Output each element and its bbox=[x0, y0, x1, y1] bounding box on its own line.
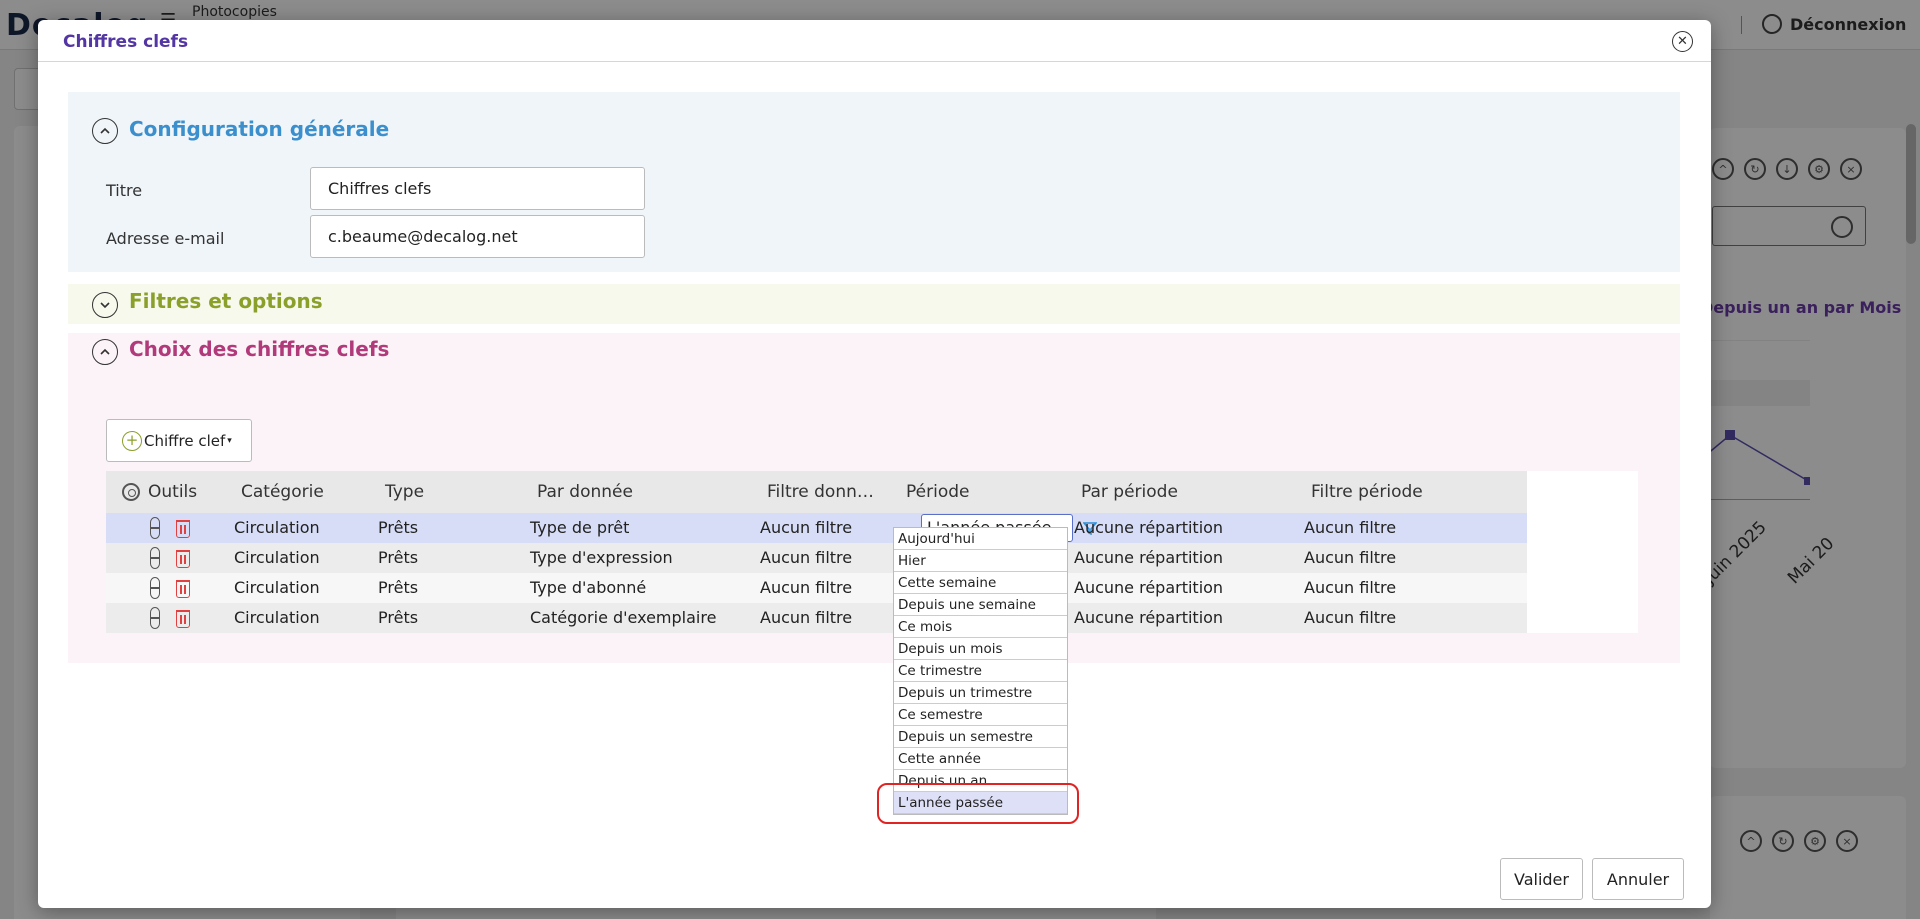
cell-by-data: Type d'abonné bbox=[530, 578, 647, 597]
close-button[interactable]: ✕ bbox=[1672, 31, 1693, 52]
title-label: Titre bbox=[106, 181, 143, 200]
table-row[interactable]: Circulation Prêts Type de prêt Aucun fil… bbox=[106, 513, 1527, 543]
cell-category: Circulation bbox=[234, 578, 320, 597]
trash-icon[interactable] bbox=[176, 610, 190, 628]
period-option[interactable]: Depuis un trimestre bbox=[894, 682, 1067, 704]
period-option[interactable]: Depuis une semaine bbox=[894, 594, 1067, 616]
cell-by-data: Type d'expression bbox=[530, 548, 673, 567]
row-tools bbox=[148, 517, 190, 539]
gear-icon bbox=[122, 483, 140, 501]
expand-filters-button[interactable] bbox=[92, 292, 118, 318]
reorder-icon[interactable] bbox=[148, 547, 162, 569]
email-input[interactable] bbox=[310, 215, 645, 258]
period-option[interactable]: Ce trimestre bbox=[894, 660, 1067, 682]
cell-period-filter: Aucun filtre bbox=[1304, 608, 1397, 627]
chevron-up-icon bbox=[100, 127, 110, 134]
row-tools bbox=[148, 577, 190, 599]
table-row[interactable]: Circulation Prêts Type d'abonné Aucun fi… bbox=[106, 573, 1527, 603]
cell-type: Prêts bbox=[378, 608, 419, 627]
cell-by-period: Aucune répartition bbox=[1074, 548, 1224, 567]
add-key-figure-label: Chiffre clef bbox=[144, 431, 226, 450]
cell-by-data: Catégorie d'exemplaire bbox=[530, 608, 717, 627]
column-header-period[interactable]: Période bbox=[906, 482, 969, 502]
chevron-down-icon bbox=[100, 302, 110, 309]
period-option[interactable]: Hier bbox=[894, 550, 1067, 572]
dialog-title: Chiffres clefs bbox=[63, 32, 189, 52]
cell-data-filter: Aucun filtre bbox=[760, 548, 853, 567]
column-header-category[interactable]: Catégorie bbox=[241, 482, 324, 502]
period-dropdown-list: Aujourd'hui Hier Cette semaine Depuis un… bbox=[893, 527, 1068, 815]
chevron-up-icon bbox=[100, 348, 110, 355]
column-header-data-filter[interactable]: Filtre donn… bbox=[767, 482, 874, 502]
period-option[interactable]: Aujourd'hui bbox=[894, 528, 1067, 550]
section-title-filters[interactable]: Filtres et options bbox=[129, 289, 323, 313]
period-option[interactable]: Ce mois bbox=[894, 616, 1067, 638]
title-input[interactable] bbox=[310, 167, 645, 210]
cell-period-filter: Aucun filtre bbox=[1304, 578, 1397, 597]
column-header-tools[interactable]: Outils bbox=[122, 482, 197, 502]
cell-by-period: Aucune répartition bbox=[1074, 518, 1224, 537]
plus-icon: + bbox=[122, 430, 142, 451]
cell-data-filter: Aucun filtre bbox=[760, 518, 853, 537]
section-filters-options: Filtres et options bbox=[68, 284, 1680, 324]
cell-category: Circulation bbox=[234, 608, 320, 627]
cell-type: Prêts bbox=[378, 518, 419, 537]
section-general-config: Configuration générale Titre Adresse e-m… bbox=[68, 92, 1680, 272]
cancel-button[interactable]: Annuler bbox=[1592, 858, 1684, 900]
caret-down-icon: ▾ bbox=[227, 435, 232, 446]
section-title-general: Configuration générale bbox=[129, 117, 390, 141]
cell-by-period: Aucune répartition bbox=[1074, 578, 1224, 597]
cell-period-filter: Aucun filtre bbox=[1304, 548, 1397, 567]
cell-category: Circulation bbox=[234, 518, 320, 537]
trash-icon[interactable] bbox=[176, 520, 190, 538]
reorder-icon[interactable] bbox=[148, 577, 162, 599]
period-option[interactable]: Cette semaine bbox=[894, 572, 1067, 594]
collapse-choice-button[interactable] bbox=[92, 339, 118, 365]
period-option[interactable]: Cette année bbox=[894, 748, 1067, 770]
period-option[interactable]: Depuis un mois bbox=[894, 638, 1067, 660]
close-icon: ✕ bbox=[1677, 34, 1688, 49]
column-header-by-data[interactable]: Par donnée bbox=[537, 482, 633, 502]
cell-type: Prêts bbox=[378, 548, 419, 567]
trash-icon[interactable] bbox=[176, 550, 190, 568]
cell-by-data: Type de prêt bbox=[530, 518, 630, 537]
table-row[interactable]: Circulation Prêts Type d'expression Aucu… bbox=[106, 543, 1527, 573]
column-header-label: Outils bbox=[148, 482, 198, 502]
trash-icon[interactable] bbox=[176, 580, 190, 598]
period-option[interactable]: Depuis un semestre bbox=[894, 726, 1067, 748]
cell-data-filter: Aucun filtre bbox=[760, 578, 853, 597]
key-figures-dialog: Chiffres clefs ✕ Configuration générale … bbox=[38, 20, 1711, 908]
table-row[interactable]: Circulation Prêts Catégorie d'exemplaire… bbox=[106, 603, 1527, 633]
add-key-figure-button[interactable]: + Chiffre clef ▾ bbox=[106, 419, 252, 462]
column-header-type[interactable]: Type bbox=[385, 482, 424, 502]
section-key-figures: Choix des chiffres clefs + Chiffre clef … bbox=[68, 333, 1680, 663]
cell-data-filter: Aucun filtre bbox=[760, 608, 853, 627]
cell-category: Circulation bbox=[234, 548, 320, 567]
key-figures-table: Outils Catégorie Type Par donnée Filtre … bbox=[106, 471, 1638, 633]
reorder-icon[interactable] bbox=[148, 517, 162, 539]
validate-button[interactable]: Valider bbox=[1500, 858, 1583, 900]
row-tools bbox=[148, 547, 190, 569]
reorder-icon[interactable] bbox=[148, 607, 162, 629]
selection-highlight bbox=[877, 783, 1079, 824]
column-header-by-period[interactable]: Par période bbox=[1081, 482, 1178, 502]
column-header-period-filter[interactable]: Filtre période bbox=[1311, 482, 1423, 502]
cell-type: Prêts bbox=[378, 578, 419, 597]
period-option[interactable]: Ce semestre bbox=[894, 704, 1067, 726]
row-tools bbox=[148, 607, 190, 629]
cell-by-period: Aucune répartition bbox=[1074, 608, 1224, 627]
dialog-header: Chiffres clefs ✕ bbox=[38, 20, 1711, 62]
collapse-general-button[interactable] bbox=[92, 118, 118, 144]
cell-period-filter: Aucun filtre bbox=[1304, 518, 1397, 537]
table-header: Outils Catégorie Type Par donnée Filtre … bbox=[106, 471, 1527, 513]
email-label: Adresse e-mail bbox=[106, 229, 225, 248]
section-title-choice: Choix des chiffres clefs bbox=[129, 337, 390, 361]
